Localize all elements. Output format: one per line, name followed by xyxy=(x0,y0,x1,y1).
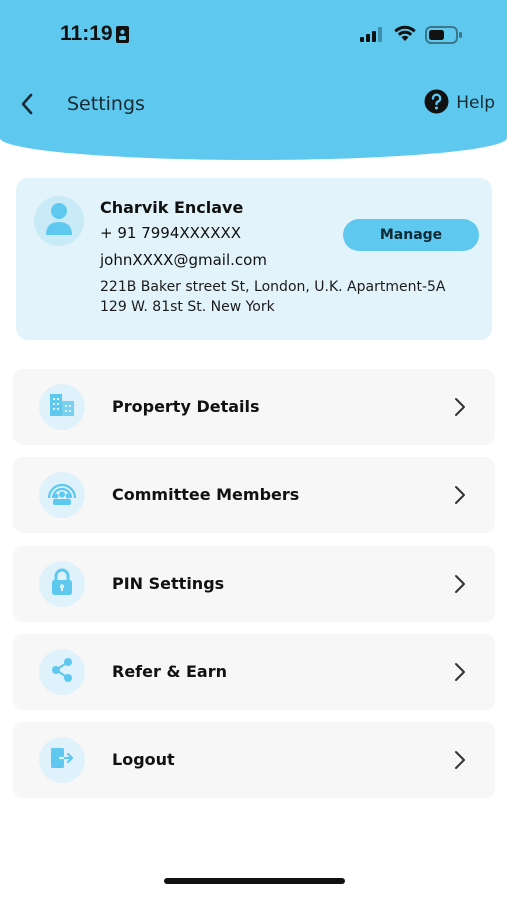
wifi-icon xyxy=(394,25,416,46)
profile-email: johnXXXX@gmail.com xyxy=(100,251,267,269)
header-bar: 11:19 Settings Help xyxy=(0,0,507,160)
chevron-right-icon xyxy=(453,661,467,687)
profile-address: 221B Baker street St, London, U.K. Apart… xyxy=(100,279,446,315)
menu-item-label: PIN Settings xyxy=(112,574,225,593)
profile-phone: + 91 7994XXXXXX xyxy=(100,224,242,242)
logout-icon-circle xyxy=(39,737,85,783)
help-label: Help xyxy=(456,93,495,113)
avatar xyxy=(34,196,84,246)
status-bar: 11:19 xyxy=(0,0,507,70)
logout-icon xyxy=(49,746,75,774)
lock-icon-circle xyxy=(39,561,85,607)
profile-name: Charvik Enclave xyxy=(100,198,244,217)
home-indicator[interactable] xyxy=(164,878,345,884)
cellular-signal-icon xyxy=(360,27,384,46)
menu-item-refer-earn[interactable]: Refer & Earn xyxy=(13,634,495,710)
menu-item-label: Property Details xyxy=(112,397,260,416)
id-badge-icon xyxy=(116,26,129,47)
group-icon-circle xyxy=(39,472,85,518)
chevron-right-icon xyxy=(453,484,467,510)
manage-button[interactable]: Manage xyxy=(343,219,479,251)
lock-icon xyxy=(50,568,74,600)
status-time: 11:19 xyxy=(60,22,113,45)
share-icon xyxy=(50,657,74,687)
menu-item-committee-members[interactable]: Committee Members xyxy=(13,457,495,533)
back-button[interactable] xyxy=(14,90,44,118)
page-title: Settings xyxy=(67,93,145,115)
menu-item-label: Refer & Earn xyxy=(112,662,227,681)
menu-item-label: Committee Members xyxy=(112,485,300,504)
help-button[interactable]: Help xyxy=(424,89,495,118)
menu-item-logout[interactable]: Logout xyxy=(13,722,495,798)
building-icon xyxy=(48,392,76,422)
profile-card: Charvik Enclave + 91 7994XXXXXX johnXXXX… xyxy=(16,178,492,340)
chevron-left-icon xyxy=(14,93,44,122)
share-icon-circle xyxy=(39,649,85,695)
building-icon-circle xyxy=(39,384,85,430)
battery-icon xyxy=(425,26,463,48)
menu-item-label: Logout xyxy=(112,750,175,769)
menu-item-property-details[interactable]: Property Details xyxy=(13,369,495,445)
chevron-right-icon xyxy=(453,749,467,775)
user-icon xyxy=(44,202,74,240)
group-icon xyxy=(46,479,78,511)
chevron-right-icon xyxy=(453,573,467,599)
help-icon xyxy=(424,89,449,118)
chevron-right-icon xyxy=(453,396,467,422)
menu-item-pin-settings[interactable]: PIN Settings xyxy=(13,546,495,622)
